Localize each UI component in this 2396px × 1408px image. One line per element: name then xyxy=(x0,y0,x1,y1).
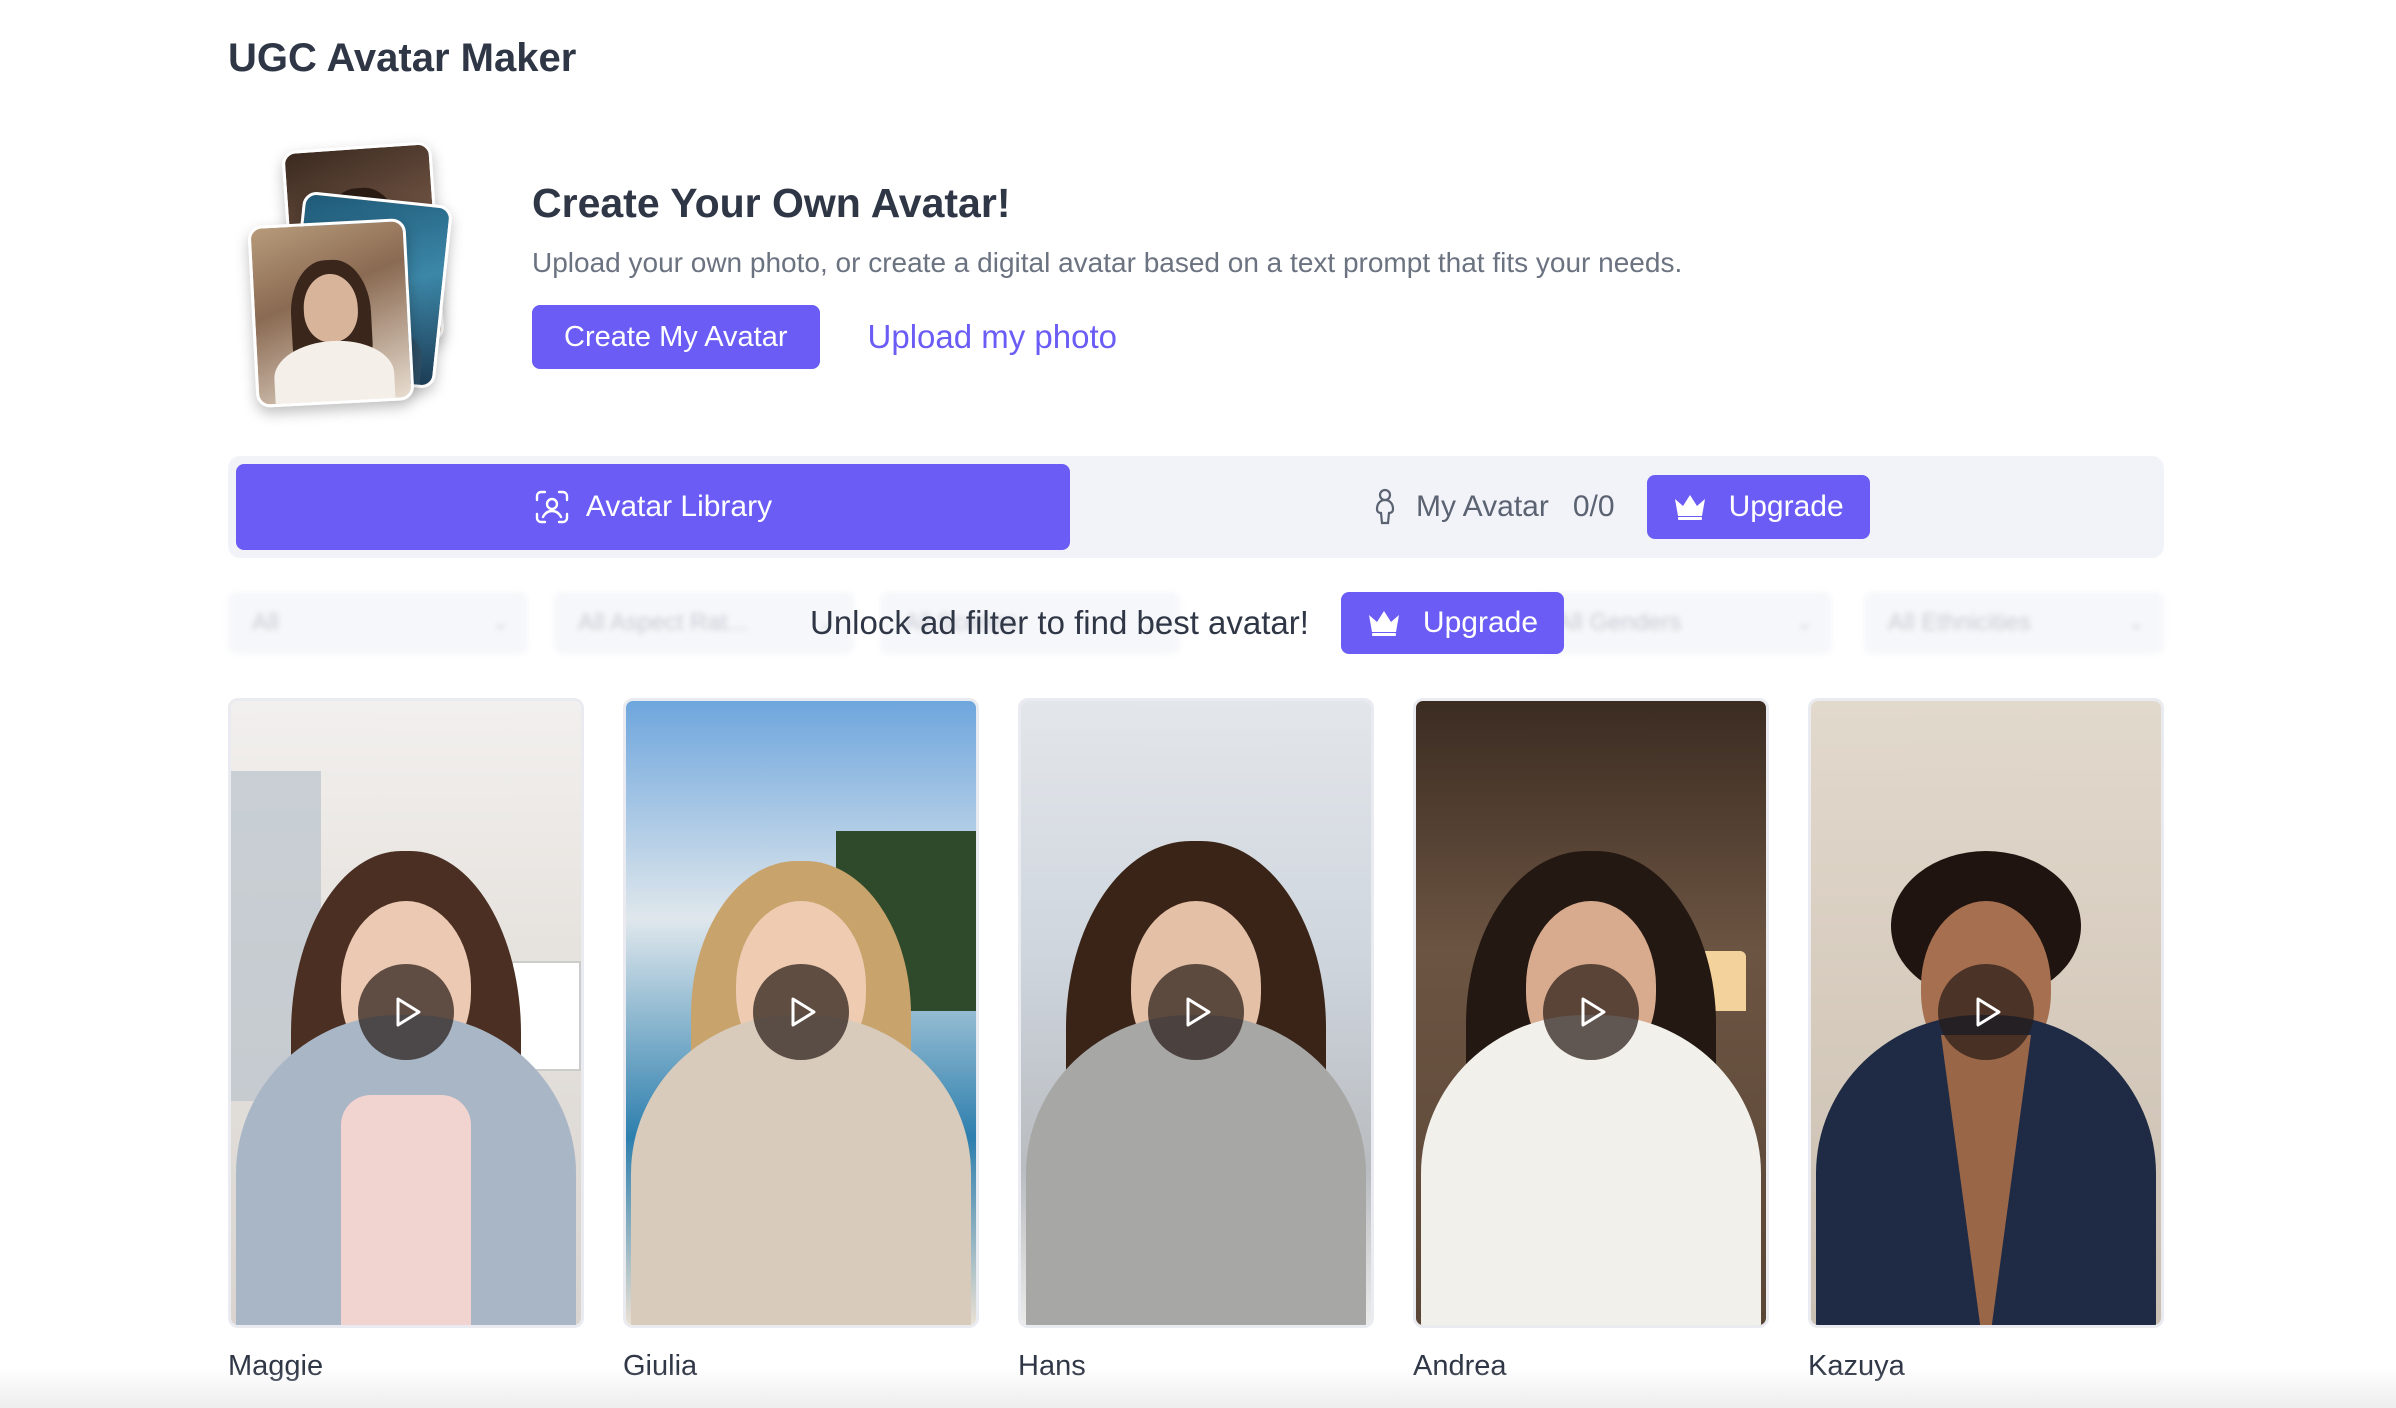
hero-section: Create Your Own Avatar! Upload your own … xyxy=(532,180,1682,369)
upload-photo-link[interactable]: Upload my photo xyxy=(868,318,1117,356)
tab-avatar-library-label: Avatar Library xyxy=(585,490,773,523)
unlock-filter-banner: Unlock ad filter to find best avatar! Up… xyxy=(810,592,1564,654)
play-icon xyxy=(396,997,421,1027)
play-icon xyxy=(1581,997,1606,1027)
play-button[interactable] xyxy=(1148,964,1244,1060)
my-avatar-count: 0/0 xyxy=(1572,490,1615,523)
unlock-filter-text: Unlock ad filter to find best avatar! xyxy=(810,604,1309,641)
tab-my-avatar-label: My Avatar xyxy=(1416,490,1549,523)
filter-aspect-ratio: All Aspect Rat... ⌄ xyxy=(554,592,854,654)
play-button[interactable] xyxy=(1938,964,2034,1060)
play-button[interactable] xyxy=(753,964,849,1060)
create-avatar-button[interactable]: Create My Avatar xyxy=(532,305,820,369)
filter-genders: All Genders ⌄ xyxy=(1532,592,1832,654)
hero-actions: Create My Avatar Upload my photo xyxy=(532,305,1682,369)
avatar-card[interactable]: Maggie xyxy=(228,698,584,1383)
play-button[interactable] xyxy=(1543,964,1639,1060)
avatar-thumbnail[interactable] xyxy=(623,698,979,1328)
avatar-stack-card xyxy=(247,217,415,409)
app-title: UGC Avatar Maker xyxy=(228,36,577,80)
avatar-card[interactable]: Giulia xyxy=(623,698,979,1383)
page: UGC Avatar Maker Create Your Own Avatar!… xyxy=(0,0,2396,1408)
play-icon xyxy=(1186,997,1211,1027)
tab-my-avatar[interactable]: My Avatar 0/0 Upgrade xyxy=(1372,472,1870,542)
avatar-thumbnail[interactable] xyxy=(1018,698,1374,1328)
avatar-thumbnail[interactable] xyxy=(228,698,584,1328)
avatar-thumbnail[interactable] xyxy=(1413,698,1769,1328)
avatar-stack-illustration xyxy=(247,140,480,420)
upgrade-button[interactable]: Upgrade xyxy=(1646,475,1870,539)
upgrade-filter-button[interactable]: Upgrade xyxy=(1340,592,1564,654)
filter-bar: All ⌄ All Aspect Rat... ⌄ All Scenes ⌄ All … xyxy=(228,592,2164,654)
filter-ethnicities: All Ethnicities ⌄ xyxy=(1864,592,2164,654)
hero-title: Create Your Own Avatar! xyxy=(532,180,1011,226)
face-scan-icon xyxy=(535,490,569,524)
upgrade-button-label: Upgrade xyxy=(1728,490,1844,523)
avatar-thumbnail[interactable] xyxy=(1808,698,2164,1328)
crown-icon xyxy=(1674,495,1705,520)
upgrade-filter-label: Upgrade xyxy=(1422,606,1538,639)
person-outline-icon xyxy=(1375,488,1395,525)
play-button[interactable] xyxy=(358,964,454,1060)
filter-all: All ⌄ xyxy=(228,592,528,654)
avatar-card[interactable]: Andrea xyxy=(1413,698,1769,1383)
avatar-card[interactable]: Hans xyxy=(1018,698,1374,1383)
bottom-fade xyxy=(0,1368,2396,1408)
play-icon xyxy=(791,997,816,1027)
avatar-card[interactable]: Kazuya xyxy=(1808,698,2164,1383)
avatar-tabs: Avatar Library My Avatar 0/0 Upgrade xyxy=(228,456,2164,558)
tab-avatar-library[interactable]: Avatar Library xyxy=(236,464,1070,550)
play-icon xyxy=(1976,997,2001,1027)
crown-icon xyxy=(1368,611,1399,636)
hero-description: Upload your own photo, or create a digit… xyxy=(532,247,1683,278)
